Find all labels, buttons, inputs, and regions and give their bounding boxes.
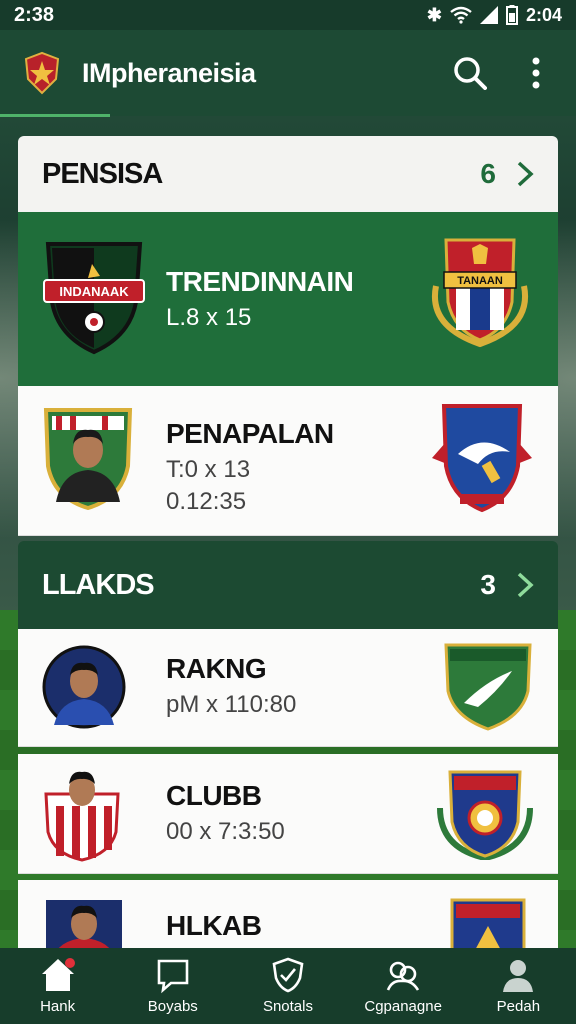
search-button[interactable]	[450, 53, 490, 93]
nav-home[interactable]: Hank	[3, 948, 113, 1015]
signal-icon	[479, 6, 498, 24]
match-name: RAKNG	[166, 653, 267, 684]
shield-icon	[272, 957, 304, 993]
app-logo-icon	[24, 51, 60, 95]
more-options-button[interactable]	[516, 53, 556, 93]
match-row[interactable]: INDANAAK TRENDINNAIN L.8 x 15 TANAAN	[18, 212, 558, 386]
match-info: PENAPALAN T:0 x 13 0.12:35	[166, 418, 334, 516]
status-time-right: 2:04	[525, 4, 562, 25]
match-info: CLUBB 00 x 7:3:50	[166, 780, 285, 846]
section-header-llakds[interactable]: LLAKDS 3	[18, 541, 558, 629]
team-crest-icon	[432, 404, 532, 513]
chevron-right-icon[interactable]	[516, 160, 534, 188]
match-info: HLKAB	[166, 910, 262, 942]
section-count: 6	[480, 158, 496, 189]
match-time: 0.12:35	[166, 488, 247, 515]
match-row[interactable]: CLUBB 00 x 7:3:50	[18, 754, 558, 874]
match-name: HLKAB	[166, 910, 262, 941]
section-title: PENSISA	[42, 157, 163, 190]
section-title: LLAKDS	[42, 568, 155, 601]
search-icon	[454, 57, 487, 90]
crest-right-text: TANAAN	[457, 275, 503, 287]
player-avatar-icon	[44, 771, 120, 862]
match-row[interactable]: RAKNG pM x 110:80	[18, 629, 558, 747]
nav-label: Snotals	[262, 998, 313, 1015]
nav-label: Cgpanagne	[364, 998, 442, 1015]
status-time-left: 2:38	[14, 3, 55, 26]
team-crest-icon	[437, 770, 533, 860]
match-info: RAKNG pM x 110:80	[166, 653, 296, 719]
section-header-pensisa[interactable]: PENSISA 6	[18, 136, 558, 212]
match-name: TRENDINNAIN	[166, 266, 354, 297]
nav-label: Boyabs	[147, 998, 198, 1015]
chevron-right-icon[interactable]	[516, 571, 534, 599]
crest-left-text: INDANAAK	[59, 284, 129, 299]
nav-stats[interactable]: Snotals	[233, 948, 343, 1015]
wifi-icon	[450, 6, 472, 24]
team-crest-icon: TANAAN	[432, 238, 528, 348]
bottom-navigation: Hank Boyabs Snotals Cgpanagne Pedah	[0, 948, 576, 1024]
match-row[interactable]: PENAPALAN T:0 x 13 0.12:35	[18, 386, 558, 536]
chat-icon	[157, 959, 189, 994]
app-title: IMpheraneisia	[82, 57, 256, 88]
people-icon	[386, 961, 420, 991]
nav-label: Hank	[40, 998, 76, 1015]
nav-groups[interactable]: Cgpanagne	[348, 948, 458, 1015]
section-count: 3	[480, 569, 496, 600]
app-bar: IMpheraneisia	[0, 30, 576, 116]
nav-profile[interactable]: Pedah	[463, 948, 573, 1015]
team-crest-icon: INDANAAK	[43, 242, 145, 355]
more-vert-icon	[532, 57, 540, 89]
match-name: CLUBB	[166, 780, 262, 811]
status-bar: 2:38 ✱ 2:04	[0, 0, 576, 30]
tab-indicator	[0, 114, 110, 117]
home-icon	[41, 958, 75, 991]
player-avatar-icon	[42, 645, 126, 729]
team-crest-icon	[444, 643, 532, 731]
match-info: TRENDINNAIN L.8 x 15	[166, 266, 354, 332]
nav-label: Pedah	[496, 998, 541, 1015]
match-score: pM x 110:80	[166, 691, 297, 718]
match-score: 00 x 7:3:50	[166, 818, 285, 845]
nav-chat[interactable]: Boyabs	[118, 948, 228, 1015]
player-avatar-icon	[43, 408, 133, 510]
bluetooth-icon: ✱	[426, 4, 442, 25]
profile-icon	[503, 960, 534, 992]
battery-icon	[505, 5, 518, 25]
match-score: T:0 x 13	[166, 456, 251, 483]
match-name: PENAPALAN	[166, 418, 334, 449]
status-icons: ✱ 2:04	[427, 5, 562, 26]
match-score: L.8 x 15	[166, 304, 252, 331]
